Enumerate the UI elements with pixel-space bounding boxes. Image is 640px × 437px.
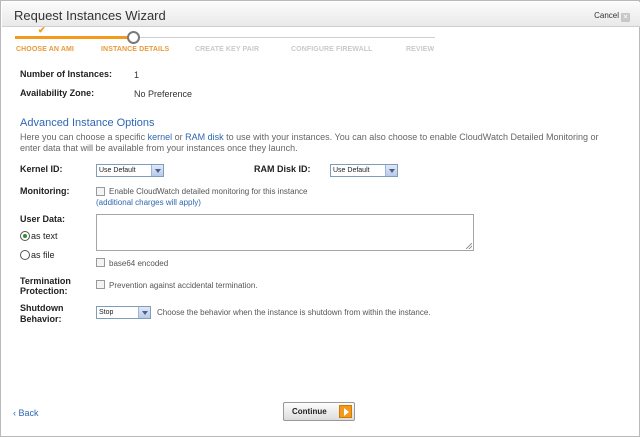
desc-text-1: Here you can choose a specific	[20, 132, 148, 142]
advanced-options-description: Here you can choose a specific kernel or…	[20, 132, 620, 154]
monitoring-label: Monitoring:	[20, 186, 70, 196]
termination-label-line1: Termination	[20, 276, 71, 286]
zone-label: Availability Zone:	[20, 88, 95, 98]
kernel-id-value: Use Default	[99, 167, 136, 174]
step-review: REVIEW	[406, 46, 435, 53]
monitoring-charges-note: (additional charges will apply)	[96, 198, 201, 207]
shutdown-label-line2: Behavior:	[20, 314, 62, 324]
wizard-dialog: Request Instances Wizard Cancel ✕ ✔ CHOOS…	[0, 0, 640, 437]
kernel-id-select[interactable]: Use Default	[96, 164, 164, 177]
termination-protection-text: Prevention against accidental terminatio…	[109, 281, 258, 290]
chevron-down-icon	[151, 165, 163, 176]
shutdown-label-line1: Shutdown	[20, 303, 64, 313]
play-arrow-icon	[339, 405, 352, 418]
ram-disk-id-select[interactable]: Use Default	[330, 164, 398, 177]
desc-text-2: or	[172, 132, 186, 142]
base64-checkbox[interactable]	[96, 258, 105, 267]
as-file-label: as file	[31, 250, 55, 260]
base64-label: base64 encoded	[109, 259, 169, 268]
user-data-textarea[interactable]	[96, 214, 474, 251]
instances-label: Number of Instances:	[20, 69, 113, 79]
shutdown-behavior-value: Stop	[99, 309, 114, 316]
back-label: Back	[18, 408, 39, 418]
kernel-link[interactable]: kernel	[148, 132, 173, 142]
monitoring-checkbox[interactable]	[96, 187, 105, 196]
close-icon: ✕	[621, 13, 630, 22]
step-configure-firewall: CONFIGURE FIREWALL	[291, 46, 373, 53]
termination-protection-checkbox[interactable]	[96, 280, 105, 289]
dialog-titlebar: Request Instances Wizard Cancel ✕	[2, 2, 640, 27]
continue-button[interactable]: Continue	[283, 402, 355, 421]
cancel-label: Cancel	[594, 11, 619, 20]
shutdown-behavior-select[interactable]: Stop	[96, 306, 151, 319]
kernel-id-label: Kernel ID:	[20, 164, 63, 174]
chevron-down-icon	[138, 307, 150, 318]
as-file-radio[interactable]	[20, 250, 30, 260]
ram-disk-link[interactable]: RAM disk	[185, 132, 224, 142]
chevron-left-icon: ‹	[13, 408, 16, 418]
termination-label-line2: Protection:	[20, 286, 68, 296]
resize-grip-icon[interactable]	[466, 243, 472, 249]
step-instance-details: INSTANCE DETAILS	[101, 46, 170, 53]
ram-disk-id-label: RAM Disk ID:	[254, 164, 311, 174]
checkmark-icon: ✔	[38, 25, 46, 35]
progress-completed-bar	[15, 36, 133, 39]
continue-label: Continue	[292, 407, 327, 416]
step-choose-ami: CHOOSE AN AMI	[16, 46, 74, 53]
dialog-title: Request Instances Wizard	[14, 8, 166, 23]
monitoring-text: Enable CloudWatch detailed monitoring fo…	[109, 187, 308, 196]
current-step-marker	[127, 31, 140, 44]
user-data-label: User Data:	[20, 214, 66, 224]
advanced-options-heading: Advanced Instance Options	[20, 117, 155, 129]
as-text-radio[interactable]	[20, 231, 30, 241]
zone-value: No Preference	[134, 89, 193, 99]
as-text-label: as text	[31, 231, 58, 241]
instances-value: 1	[134, 70, 140, 80]
chevron-down-icon	[385, 165, 397, 176]
ram-disk-id-value: Use Default	[333, 167, 370, 174]
step-create-key-pair: CREATE KEY PAIR	[195, 46, 260, 53]
back-link[interactable]: ‹ Back	[13, 408, 39, 418]
shutdown-behavior-help: Choose the behavior when the instance is…	[157, 308, 431, 317]
cancel-button[interactable]: Cancel ✕	[594, 11, 630, 22]
